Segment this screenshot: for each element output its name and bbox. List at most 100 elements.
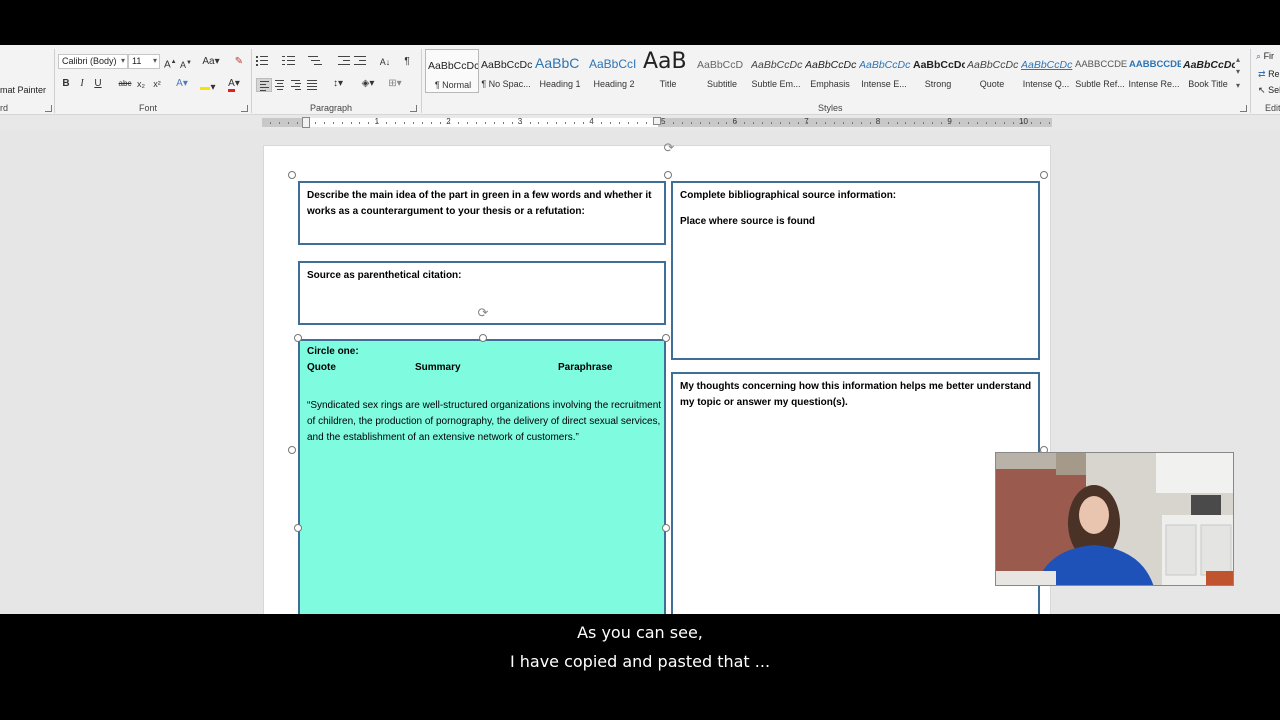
style-tile[interactable]: AaBbCcDc Intense Q... xyxy=(1019,49,1073,93)
style-tile[interactable]: AaBbCcDc ¶ No Spac... xyxy=(479,49,533,93)
align-left-button[interactable] xyxy=(256,78,272,92)
superscript-button[interactable]: x² xyxy=(150,77,164,91)
align-right-button[interactable] xyxy=(288,78,304,92)
ruler-tick xyxy=(619,122,620,124)
strikethrough-button[interactable]: abc xyxy=(116,77,134,91)
style-tile[interactable]: AaBbCcDc Emphasis xyxy=(803,49,857,93)
selection-handle[interactable] xyxy=(662,524,670,532)
style-tile[interactable]: AaB Title xyxy=(641,49,695,93)
ruler-tick xyxy=(610,122,611,124)
bullets-button[interactable] xyxy=(256,54,278,68)
ruler-tick xyxy=(816,122,817,124)
paragraph-dialog-launcher[interactable] xyxy=(410,105,417,112)
text-effects-button[interactable]: A▾ xyxy=(172,77,192,91)
ruler-tick xyxy=(351,122,352,124)
style-tile[interactable]: AaBbC Heading 1 xyxy=(533,49,587,93)
ruler-tick xyxy=(413,122,414,124)
style-preview: AaBbCcDc xyxy=(1183,59,1235,71)
rotate-handle-icon[interactable]: ⟳ xyxy=(662,141,676,155)
ruler-tick xyxy=(807,122,808,124)
font-size-combo[interactable]: 11 xyxy=(128,54,160,69)
italic-button[interactable]: I xyxy=(76,77,88,91)
italic-icon: I xyxy=(80,78,84,89)
shrink-font-button[interactable]: A▼ xyxy=(180,56,192,72)
selection-handle[interactable] xyxy=(294,334,302,342)
underline-icon: U xyxy=(94,78,102,89)
option-paraphrase[interactable]: Paraphrase xyxy=(558,360,612,376)
styles-dialog-launcher[interactable] xyxy=(1240,105,1247,112)
selection-handle[interactable] xyxy=(288,171,296,179)
style-preview: AaB xyxy=(643,49,687,74)
ruler-tick xyxy=(485,122,486,124)
replace-button[interactable]: ⇄ Re xyxy=(1258,69,1280,80)
clipboard-dialog-launcher[interactable] xyxy=(45,105,52,112)
rotate-handle-icon[interactable]: ⟳ xyxy=(476,306,490,320)
numbering-button[interactable] xyxy=(282,54,304,68)
pilcrow-icon: ¶ xyxy=(404,56,410,67)
style-tile[interactable]: AABBCCDE Intense Re... xyxy=(1127,49,1181,93)
multilevel-list-button[interactable] xyxy=(308,54,330,68)
style-tile[interactable]: AaBbCcDc ¶ Normal xyxy=(425,49,479,93)
main-idea-box[interactable]: Describe the main idea of the part in gr… xyxy=(298,181,666,245)
subscript-button[interactable]: x₂ xyxy=(134,77,148,91)
style-tile[interactable]: AaBbCcDc Book Title xyxy=(1181,49,1235,93)
bibliography-box[interactable]: Complete bibliographical source informat… xyxy=(671,181,1040,360)
ruler-tick xyxy=(834,122,835,124)
left-indent-marker[interactable] xyxy=(302,117,310,128)
ruler-tick xyxy=(870,122,871,124)
circle-one-label: Circle one: xyxy=(307,346,359,357)
ruler-tick xyxy=(771,122,772,124)
highlight-color-button[interactable]: ▾ xyxy=(198,77,218,95)
style-preview: AaBbC xyxy=(535,55,580,71)
style-name: Title xyxy=(659,79,677,89)
grow-font-button[interactable]: A▲ xyxy=(164,55,177,72)
sort-button[interactable]: A↓ xyxy=(378,55,392,69)
borders-button[interactable]: ⊞▾ xyxy=(384,77,406,91)
underline-button[interactable]: U xyxy=(92,77,104,91)
bibliography-place: Place where source is found xyxy=(680,216,816,227)
thoughts-box[interactable]: My thoughts concerning how this informat… xyxy=(671,372,1040,614)
ruler-tick xyxy=(1031,122,1032,124)
increase-indent-button[interactable] xyxy=(354,54,376,68)
style-tile[interactable]: AaBbCcDc Strong xyxy=(911,49,965,93)
clear-formatting-button[interactable]: ✎ xyxy=(232,55,246,69)
option-summary[interactable]: Summary xyxy=(415,360,461,376)
style-name: Heading 1 xyxy=(539,79,581,89)
selection-handle[interactable] xyxy=(662,334,670,342)
style-tile[interactable]: AaBbCcD Subtitle xyxy=(695,49,749,93)
line-spacing-button[interactable]: ↕▾ xyxy=(328,77,348,91)
font-dialog-launcher[interactable] xyxy=(241,105,248,112)
right-indent-marker[interactable] xyxy=(653,117,661,125)
select-button[interactable]: ↖ Sel xyxy=(1258,85,1280,96)
select-label: Sel xyxy=(1268,85,1280,95)
style-tile[interactable]: AABBCCDE Subtle Ref... xyxy=(1073,49,1127,93)
style-tile[interactable]: AaBbCcI Heading 2 xyxy=(587,49,641,93)
format-painter-button[interactable]: mat Painter xyxy=(0,85,46,95)
selection-handle[interactable] xyxy=(479,334,487,342)
font-group-label: Font xyxy=(139,103,158,113)
selection-handle[interactable] xyxy=(288,446,296,454)
ruler-tick xyxy=(968,122,969,124)
find-button[interactable]: ⌕ Fir xyxy=(1256,51,1274,62)
style-tile[interactable]: AaBbCcDc Intense E... xyxy=(857,49,911,93)
show-formatting-button[interactable]: ¶ xyxy=(400,55,414,69)
ruler-tick xyxy=(995,122,996,124)
change-case-button[interactable]: Aa▾ xyxy=(200,55,222,69)
horizontal-ruler[interactable]: 12345678910 xyxy=(0,115,1280,130)
quote-box[interactable]: Circle one: Quote Summary Paraphrase “Sy… xyxy=(298,339,666,614)
justify-button[interactable] xyxy=(304,78,320,92)
shading-button[interactable]: ◈▾ xyxy=(358,77,378,91)
ruler-tick xyxy=(897,122,898,124)
selection-handle[interactable] xyxy=(664,171,672,179)
style-tile[interactable]: AaBbCcDc Subtle Em... xyxy=(749,49,803,93)
selection-handle[interactable] xyxy=(1040,171,1048,179)
font-name-combo[interactable]: Calibri (Body) xyxy=(58,54,128,69)
selection-handle[interactable] xyxy=(294,524,302,532)
font-color-button[interactable]: A▾ xyxy=(224,77,244,92)
align-center-button[interactable] xyxy=(272,78,288,92)
document-page[interactable]: Describe the main idea of the part in gr… xyxy=(263,141,1051,614)
bold-button[interactable]: B xyxy=(60,77,72,91)
ruler-tick xyxy=(852,122,853,124)
option-quote[interactable]: Quote xyxy=(307,360,336,376)
style-tile[interactable]: AaBbCcDc Quote xyxy=(965,49,1019,93)
